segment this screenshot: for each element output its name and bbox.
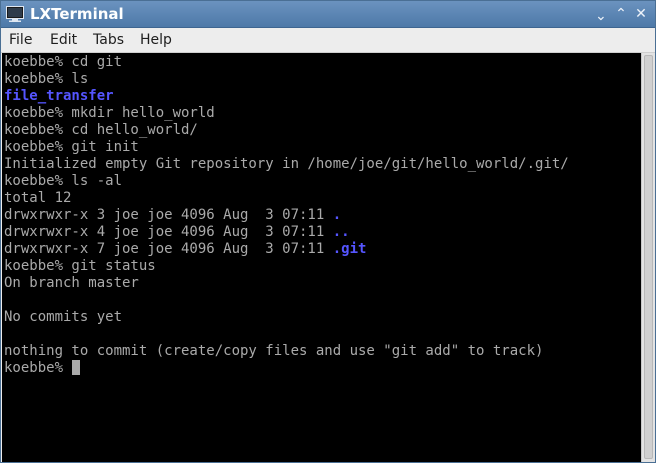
terminal-text: nothing to commit (create/copy files and…: [4, 343, 544, 359]
terminal-text: koebbe% git status: [4, 258, 156, 274]
terminal-text: total 12: [4, 190, 72, 206]
window-title: LXTerminal: [30, 5, 124, 23]
directory-name: file_transfer: [4, 88, 114, 104]
terminal-line: koebbe% ls -al: [4, 173, 641, 190]
menu-bar: File Edit Tabs Help: [1, 28, 655, 53]
terminal-text: koebbe% cd git: [4, 54, 123, 70]
terminal-line: On branch master: [4, 275, 641, 292]
scrollbar-thumb[interactable]: [644, 55, 653, 459]
terminal-line: nothing to commit (create/copy files and…: [4, 343, 641, 360]
close-button[interactable]: ✕: [632, 5, 650, 23]
terminal-text: koebbe% git init: [4, 139, 139, 155]
terminal-line: file_transfer: [4, 88, 641, 105]
menu-file[interactable]: File: [9, 31, 32, 50]
terminal-text: koebbe%: [4, 360, 72, 376]
terminal-line: total 12: [4, 190, 641, 207]
terminal-line: koebbe%: [4, 360, 641, 377]
terminal-line: drwxrwxr-x 7 joe joe 4096 Aug 3 07:11 .g…: [4, 241, 641, 258]
maximize-button[interactable]: ⌃: [612, 5, 630, 23]
terminal-line: koebbe% ls: [4, 71, 641, 88]
directory-name: .git: [332, 241, 367, 257]
terminal-app-icon: [6, 6, 24, 22]
terminal-output[interactable]: koebbe% cd git koebbe% ls file_transfer koe…: [2, 53, 641, 462]
terminal-line: koebbe% cd git: [4, 54, 641, 71]
minimize-icon: ⌃: [595, 6, 607, 22]
terminal-text: koebbe% mkdir hello_world: [4, 105, 215, 121]
terminal-text: drwxrwxr-x 3 joe joe 4096 Aug 3 07:11: [4, 207, 333, 223]
menu-help[interactable]: Help: [140, 31, 172, 50]
terminal-line: drwxrwxr-x 4 joe joe 4096 Aug 3 07:11 ..: [4, 224, 641, 241]
terminal-text: koebbe% cd hello_world/: [4, 122, 198, 138]
text-cursor: [72, 360, 81, 375]
directory-name: .: [332, 207, 342, 223]
terminal-line: No commits yet: [4, 309, 641, 326]
maximize-icon: ⌃: [615, 6, 627, 22]
terminal-line: drwxrwxr-x 3 joe joe 4096 Aug 3 07:11 .: [4, 207, 641, 224]
terminal-line: koebbe% mkdir hello_world: [4, 105, 641, 122]
minimize-button[interactable]: ⌃: [592, 5, 610, 23]
terminal-text: koebbe% ls -al: [4, 173, 123, 189]
menu-edit[interactable]: Edit: [50, 31, 77, 50]
terminal-text: Initialized empty Git repository in /hom…: [4, 156, 569, 172]
terminal-text: No commits yet: [4, 309, 123, 325]
close-icon: ✕: [635, 6, 647, 22]
terminal-line: Initialized empty Git repository in /hom…: [4, 156, 641, 173]
terminal-text: koebbe% ls: [4, 71, 89, 87]
terminal-line: koebbe% git status: [4, 258, 641, 275]
menu-tabs[interactable]: Tabs: [93, 31, 124, 50]
terminal-line: koebbe% git init: [4, 139, 641, 156]
directory-name: ..: [332, 224, 350, 240]
terminal-text: drwxrwxr-x 4 joe joe 4096 Aug 3 07:11: [4, 224, 333, 240]
terminal-scrollbar[interactable]: [641, 53, 655, 462]
terminal-text: On branch master: [4, 275, 139, 291]
terminal-window: LXTerminal ⌃ ⌃ ✕ File Edit Tabs Help koe…: [0, 0, 656, 463]
title-bar[interactable]: LXTerminal ⌃ ⌃ ✕: [1, 1, 655, 28]
terminal-text: drwxrwxr-x 7 joe joe 4096 Aug 3 07:11: [4, 241, 333, 257]
terminal-line: koebbe% cd hello_world/: [4, 122, 641, 139]
